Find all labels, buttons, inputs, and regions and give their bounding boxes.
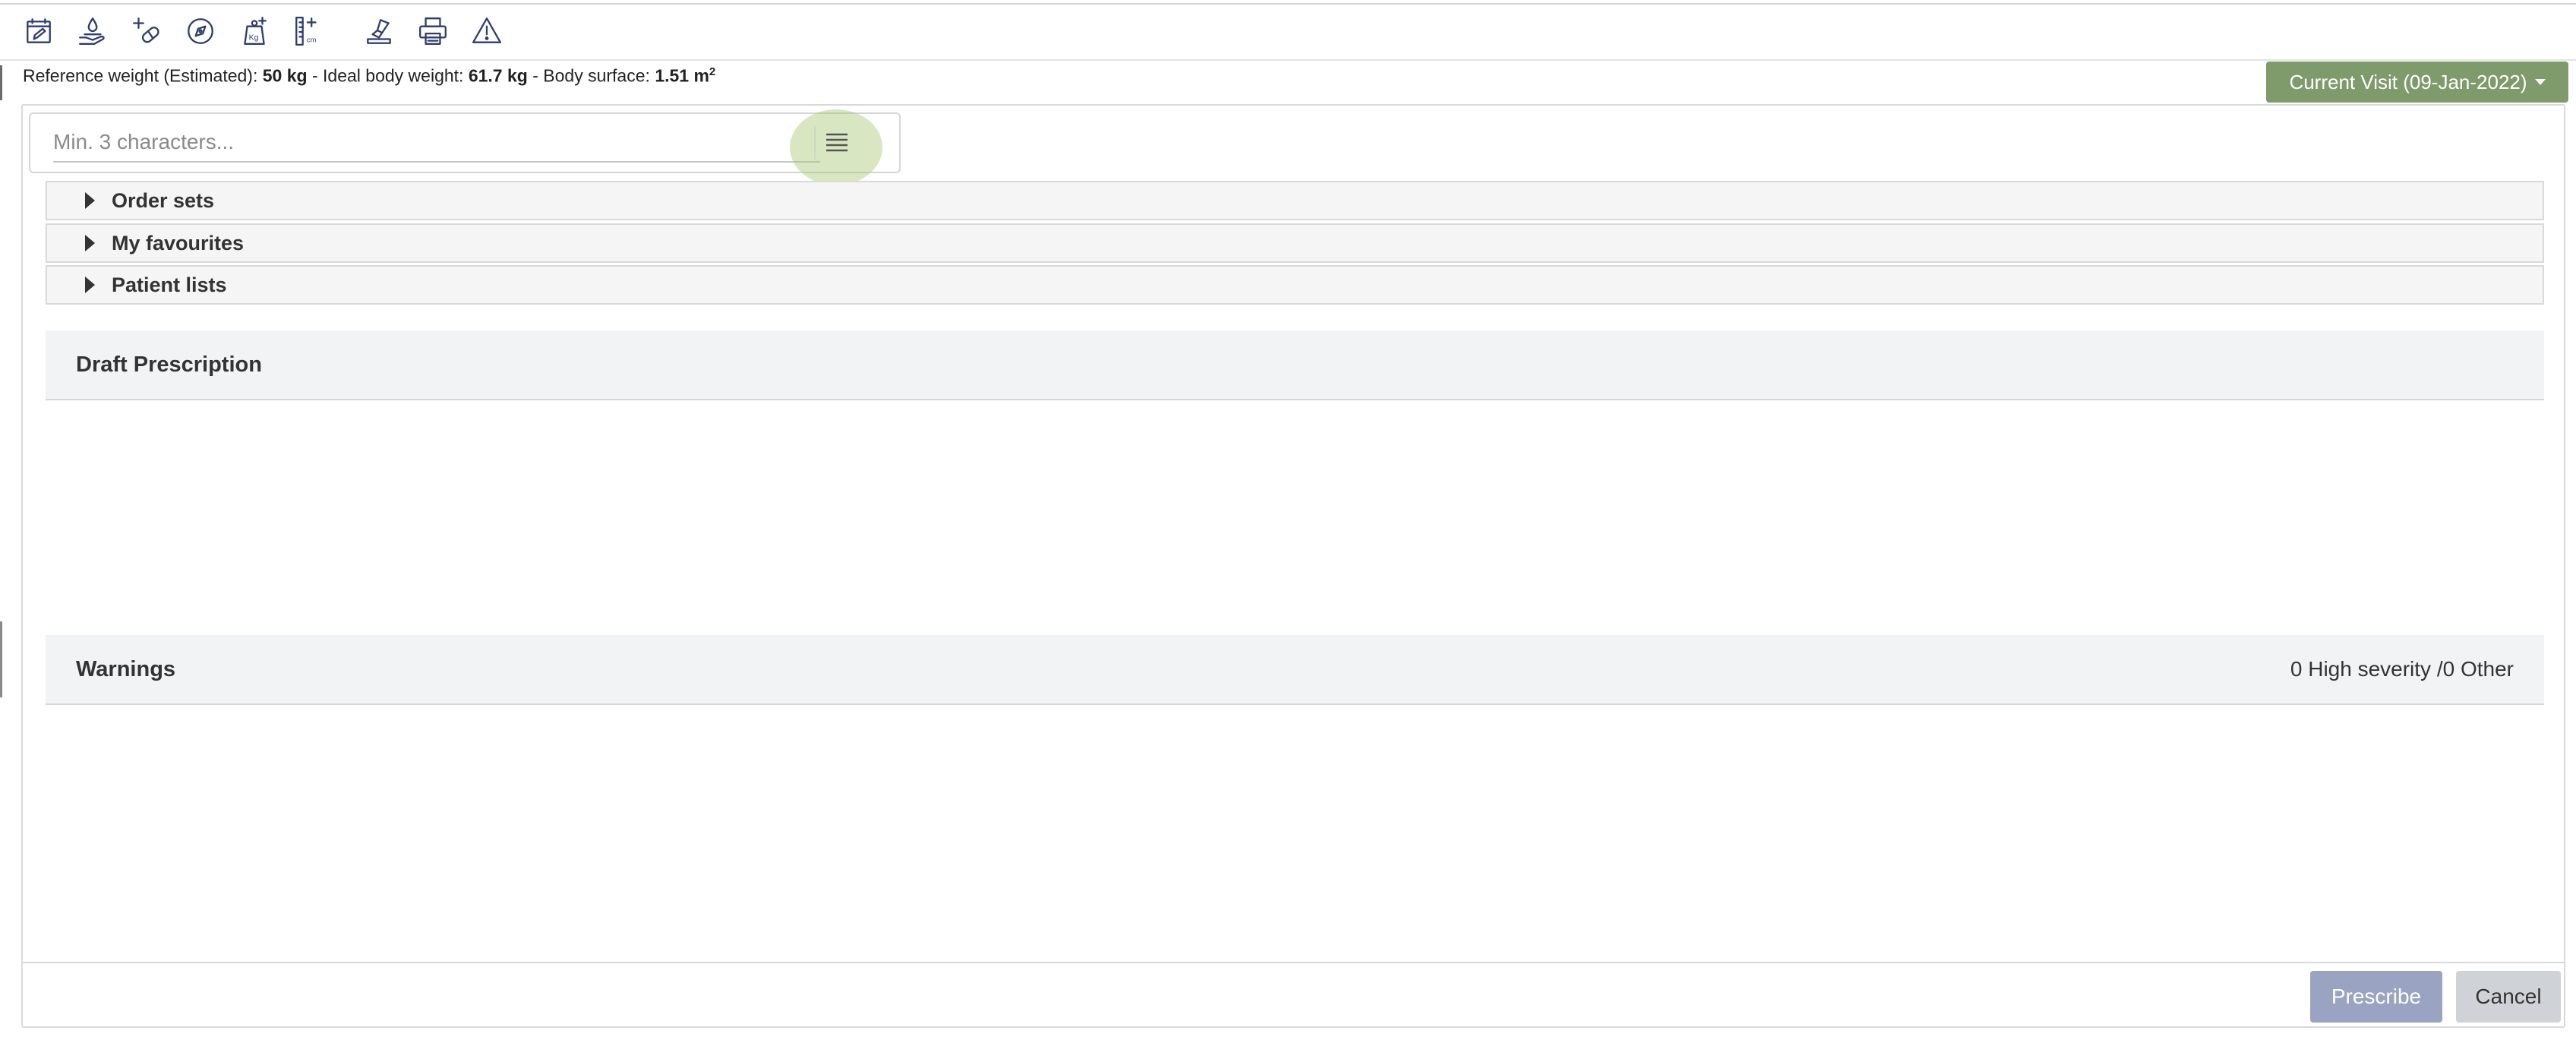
current-visit-dropdown[interactable]: Current Visit (09-Jan-2022) bbox=[2266, 62, 2568, 103]
footer-divider bbox=[21, 962, 2565, 963]
ref-weight-label: Reference weight (Estimated): bbox=[23, 65, 258, 86]
accordion-order-sets[interactable]: Order sets bbox=[46, 181, 2544, 220]
caret-right-icon bbox=[85, 235, 95, 251]
patient-metrics: Reference weight (Estimated): 50 kg - Id… bbox=[23, 65, 715, 87]
top-border bbox=[0, 0, 2576, 5]
height-add-icon[interactable]: cm bbox=[286, 11, 330, 52]
draft-prescription-title: Draft Prescription bbox=[76, 352, 262, 377]
metrics-separator: - bbox=[307, 65, 324, 86]
height-unit-label: cm bbox=[307, 36, 317, 45]
toolbar: Kg cm bbox=[17, 11, 519, 52]
warnings-count: 0 High severity /0 Other bbox=[2290, 657, 2514, 681]
warnings-header: Warnings 0 High severity /0 Other bbox=[46, 635, 2544, 705]
hand-drop-icon[interactable] bbox=[71, 11, 115, 52]
compass-icon[interactable] bbox=[178, 11, 223, 52]
accordion-label: Patient lists bbox=[112, 273, 227, 296]
weight-unit-label: Kg bbox=[249, 33, 259, 43]
search-separator bbox=[814, 126, 816, 160]
ideal-weight-label: Ideal body weight: bbox=[323, 65, 464, 86]
search-menu-button[interactable] bbox=[790, 109, 884, 185]
weight-add-icon[interactable]: Kg bbox=[232, 11, 276, 52]
cancel-button[interactable]: Cancel bbox=[2456, 971, 2561, 1023]
medication-search bbox=[29, 109, 901, 185]
caret-right-icon bbox=[85, 192, 95, 209]
caret-right-icon bbox=[85, 277, 95, 293]
stamp-icon[interactable] bbox=[357, 11, 401, 52]
search-input[interactable] bbox=[53, 123, 820, 163]
left-edge-marker bbox=[0, 65, 2, 100]
toolbar-divider bbox=[0, 59, 2576, 61]
body-surface-value: 1.51 m bbox=[655, 65, 709, 86]
left-edge-marker-lower bbox=[0, 621, 2, 697]
accordion-label: My favourites bbox=[112, 231, 245, 254]
calendar-edit-icon[interactable] bbox=[17, 11, 61, 52]
draft-prescription-header: Draft Prescription bbox=[46, 330, 2544, 400]
warnings-title: Warnings bbox=[76, 656, 176, 681]
ideal-weight-value: 61.7 kg bbox=[468, 65, 528, 86]
accordion-label: Order sets bbox=[112, 188, 215, 212]
printer-icon[interactable] bbox=[411, 11, 455, 52]
body-surface-label: Body surface: bbox=[543, 65, 650, 86]
body-surface-exponent: 2 bbox=[709, 65, 716, 78]
list-menu-icon bbox=[826, 133, 848, 152]
ref-weight-value: 50 kg bbox=[262, 65, 308, 86]
accordion-patient-lists[interactable]: Patient lists bbox=[46, 265, 2544, 305]
current-visit-label: Current Visit (09-Jan-2022) bbox=[2289, 70, 2527, 93]
metrics-separator: - bbox=[527, 65, 544, 86]
caret-down-icon bbox=[2534, 79, 2546, 85]
warning-icon[interactable] bbox=[465, 11, 509, 52]
prescribe-button[interactable]: Prescribe bbox=[2310, 971, 2442, 1023]
add-medication-icon[interactable] bbox=[125, 11, 169, 52]
accordion-my-favourites[interactable]: My favourites bbox=[46, 223, 2544, 263]
